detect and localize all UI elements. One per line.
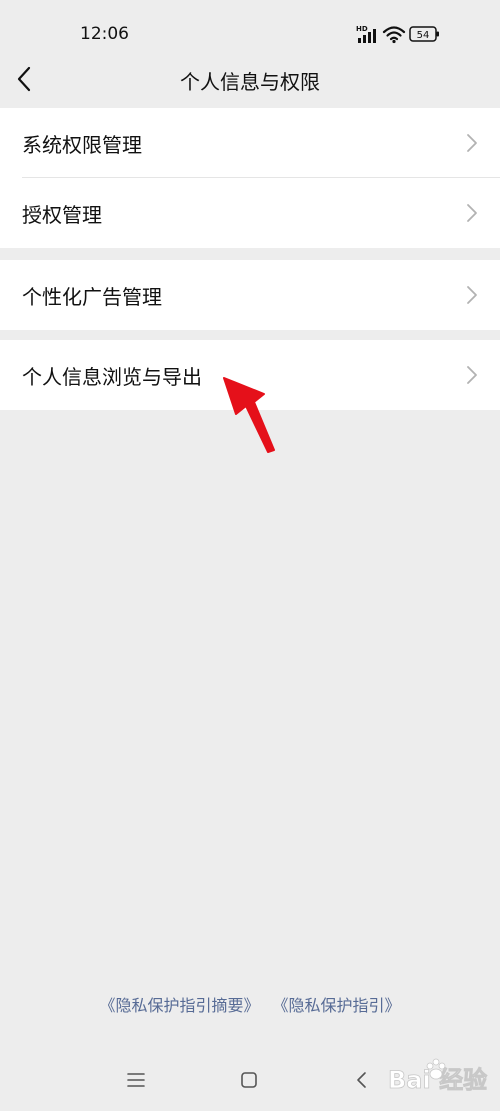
system-permission-item[interactable]: 系统权限管理: [0, 108, 500, 178]
chevron-right-icon: [467, 366, 477, 384]
battery-level: 54: [417, 30, 430, 41]
personalized-ads-item[interactable]: 个性化广告管理: [0, 260, 500, 330]
chevron-right-icon: [467, 134, 477, 152]
privacy-guide-link[interactable]: 《隐私保护指引》: [273, 996, 401, 1015]
wifi-icon: [382, 26, 406, 41]
privacy-links: 《隐私保护指引摘要》 《隐私保护指引》: [0, 992, 500, 1016]
chevron-right-icon: [467, 204, 477, 222]
status-time: 12:06: [80, 24, 129, 44]
settings-group-ads: 个性化广告管理: [0, 260, 500, 330]
authorization-label: 授权管理: [22, 202, 102, 227]
status-icons: HD 54: [356, 25, 439, 44]
settings-group-permissions: 系统权限管理 授权管理: [0, 108, 500, 248]
baidu-watermark: Bai 经验: [388, 1058, 487, 1094]
system-permission-label: 系统权限管理: [22, 132, 142, 157]
annotation-arrow-icon: [223, 377, 275, 453]
nav-back-icon: [357, 1072, 366, 1088]
privacy-summary-link[interactable]: 《隐私保护指引摘要》: [99, 996, 259, 1015]
hd-badge: HD: [356, 25, 368, 33]
status-bar: 12:06 HD 54: [0, 0, 500, 60]
home-icon: [241, 1072, 257, 1088]
personal-info-export-label: 个人信息浏览与导出: [22, 364, 202, 389]
battery-icon: 54: [409, 26, 439, 42]
chevron-right-icon: [467, 286, 477, 304]
personalized-ads-label: 个性化广告管理: [22, 284, 162, 309]
page-title: 个人信息与权限: [180, 70, 320, 94]
menu-icon: [127, 1073, 145, 1087]
title-bar: 个人信息与权限: [0, 54, 500, 104]
wifi-dot: [392, 39, 396, 44]
authorization-item[interactable]: 授权管理: [0, 178, 500, 248]
